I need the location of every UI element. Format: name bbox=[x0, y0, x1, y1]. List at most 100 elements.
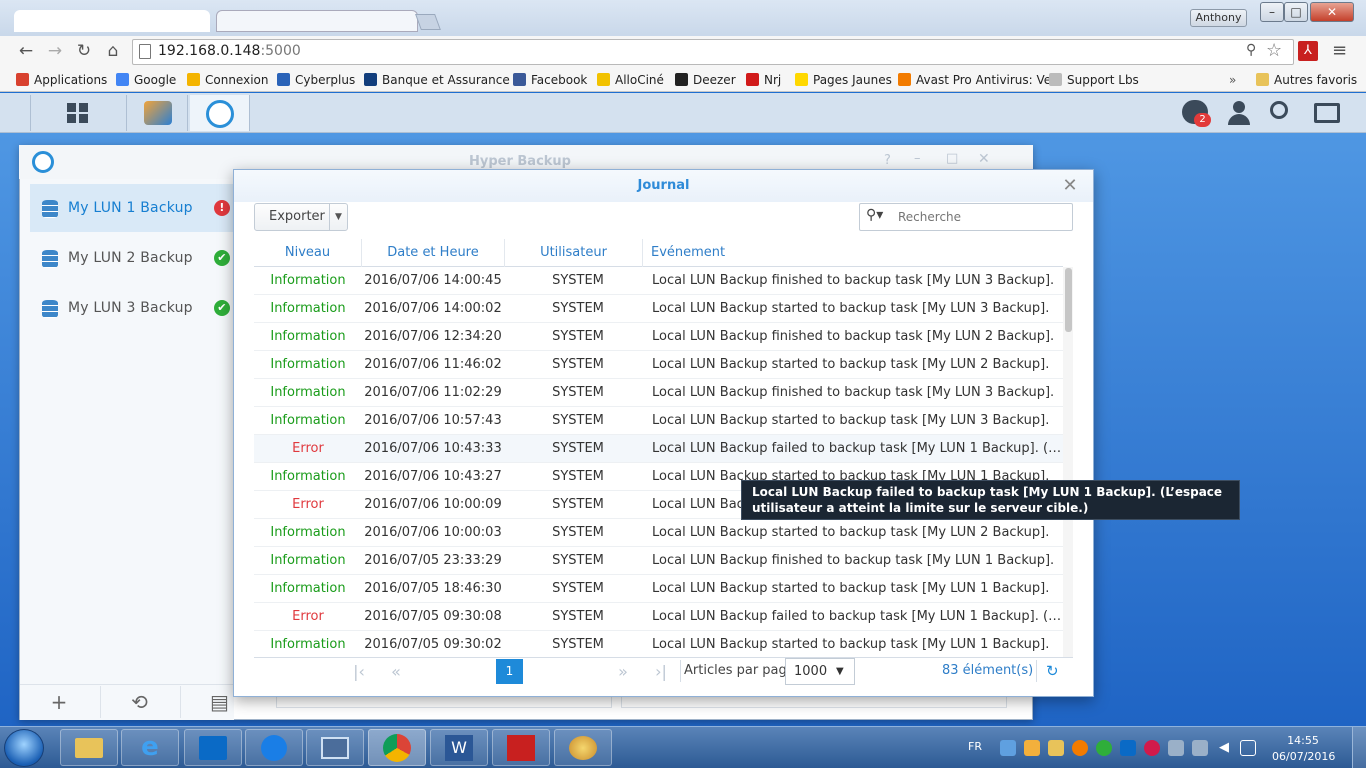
tray-icon[interactable] bbox=[1144, 740, 1160, 756]
help-icon[interactable]: ? bbox=[884, 153, 891, 168]
column-user[interactable]: Utilisateur bbox=[505, 239, 643, 267]
other-bookmarks[interactable]: Autres favoris bbox=[1256, 71, 1357, 89]
journal-close-icon[interactable]: ✕ bbox=[1060, 176, 1080, 196]
bookmark-item[interactable]: Nrj bbox=[746, 71, 781, 89]
maximize-icon[interactable]: □ bbox=[1284, 2, 1308, 22]
address-bar[interactable] bbox=[132, 39, 1294, 65]
table-row[interactable]: Information 2016/07/05 09:30:02 SYSTEM Loca… bbox=[254, 631, 1063, 657]
next-page-icon[interactable]: » bbox=[612, 661, 634, 683]
chevron-down-icon[interactable]: ▼ bbox=[836, 666, 844, 677]
paint-icon[interactable] bbox=[554, 729, 612, 766]
table-row[interactable]: Information 2016/07/06 11:02:29 SYSTEM Loca… bbox=[254, 379, 1063, 407]
window-minimize-icon[interactable]: – bbox=[914, 151, 921, 166]
back-icon[interactable]: ← bbox=[15, 40, 37, 62]
table-scrollbar-thumb[interactable] bbox=[1065, 268, 1072, 332]
key-icon[interactable]: ⚲ bbox=[1246, 42, 1256, 58]
search-icon[interactable]: ⚲▾ bbox=[866, 207, 883, 223]
window-close-icon[interactable]: ✕ bbox=[978, 151, 990, 167]
home-icon[interactable]: ⌂ bbox=[102, 40, 124, 62]
column-event[interactable]: Evénement bbox=[643, 239, 1063, 267]
tray-network-icon[interactable] bbox=[1000, 740, 1016, 756]
file-explorer-icon[interactable] bbox=[60, 729, 118, 766]
browser-tab-2[interactable] bbox=[216, 10, 418, 32]
current-page[interactable]: 1 bbox=[496, 659, 523, 684]
bookmarks-overflow[interactable]: » bbox=[1229, 71, 1236, 89]
first-page-icon[interactable]: |‹ bbox=[348, 661, 370, 683]
table-row[interactable]: Information 2016/07/05 23:33:29 SYSTEM Loca… bbox=[254, 547, 1063, 575]
bookmark-item[interactable]: Banque et Assurance bbox=[364, 71, 510, 89]
backup-task-item[interactable]: My LUN 2 Backup ✔ bbox=[30, 234, 234, 282]
bookmark-item[interactable]: Applications bbox=[16, 71, 107, 89]
tray-icon[interactable] bbox=[1048, 740, 1064, 756]
bookmark-favicon-icon bbox=[16, 73, 29, 86]
table-row[interactable]: Error 2016/07/06 10:43:33 SYSTEM Local LUN … bbox=[254, 435, 1063, 463]
start-button[interactable] bbox=[4, 729, 44, 767]
tray-sync-icon[interactable] bbox=[1096, 740, 1112, 756]
bookmark-item[interactable]: AlloCiné bbox=[597, 71, 664, 89]
outlook-icon[interactable] bbox=[184, 729, 242, 766]
internet-explorer-icon[interactable]: e bbox=[121, 729, 179, 766]
backup-task-item[interactable]: My LUN 1 Backup! bbox=[30, 184, 234, 232]
table-row[interactable]: Information 2016/07/06 12:34:20 SYSTEM Loca… bbox=[254, 323, 1063, 351]
bookmark-item[interactable]: Pages Jaunes bbox=[795, 71, 892, 89]
acrobat-icon[interactable] bbox=[492, 729, 550, 766]
language-indicator[interactable]: FR bbox=[968, 740, 982, 753]
export-dropdown-icon[interactable]: ▼ bbox=[329, 204, 347, 230]
bookmark-item[interactable]: Deezer bbox=[675, 71, 736, 89]
table-row[interactable]: Information 2016/07/06 11:46:02 SYSTEM Loca… bbox=[254, 351, 1063, 379]
clock[interactable]: 14:55 06/07/2016 bbox=[1272, 733, 1335, 765]
table-row[interactable]: Information 2016/07/06 14:00:02 SYSTEM Loca… bbox=[254, 295, 1063, 323]
profile-button[interactable]: Anthony bbox=[1190, 9, 1247, 27]
close-icon[interactable]: ✕ bbox=[1310, 2, 1354, 22]
show-desktop-button[interactable] bbox=[1352, 727, 1366, 768]
backup-task-item[interactable]: My LUN 3 Backup ✔ bbox=[30, 284, 234, 332]
browser-tab-1[interactable] bbox=[14, 10, 210, 32]
reload-icon[interactable]: ↻ bbox=[73, 40, 95, 62]
remote-desktop-icon[interactable] bbox=[306, 729, 364, 766]
display-icon[interactable] bbox=[1240, 740, 1256, 756]
star-icon[interactable]: ☆ bbox=[1266, 40, 1282, 61]
teamviewer-icon[interactable] bbox=[245, 729, 303, 766]
bookmark-item[interactable]: Facebook bbox=[513, 71, 587, 89]
last-page-icon[interactable]: ›| bbox=[650, 661, 672, 683]
tray-outlook-icon[interactable] bbox=[1120, 740, 1136, 756]
tray-avast-icon[interactable] bbox=[1072, 740, 1088, 756]
hyper-backup-taskbar-button[interactable] bbox=[190, 95, 250, 131]
search-input[interactable] bbox=[898, 205, 1068, 229]
bookmark-item[interactable]: Support Lbs bbox=[1049, 71, 1139, 89]
log-datetime: 2016/07/06 11:46:02 bbox=[364, 357, 502, 372]
window-maximize-icon[interactable]: □ bbox=[946, 151, 958, 166]
forward-icon[interactable]: → bbox=[44, 40, 66, 62]
table-row[interactable]: Information 2016/07/06 10:57:43 SYSTEM Loca… bbox=[254, 407, 1063, 435]
widgets-icon[interactable] bbox=[1314, 103, 1340, 123]
minimize-icon[interactable]: – bbox=[1260, 2, 1284, 22]
user-icon[interactable] bbox=[1226, 101, 1252, 125]
word-icon[interactable]: W bbox=[430, 729, 488, 766]
menu-icon[interactable]: ≡ bbox=[1332, 40, 1347, 61]
table-row[interactable]: Information 2016/07/05 18:46:30 SYSTEM Loca… bbox=[254, 575, 1063, 603]
bookmark-item[interactable]: Avast Pro Antivirus: Ve bbox=[898, 71, 1051, 89]
add-icon[interactable]: + bbox=[20, 686, 98, 718]
search-icon[interactable] bbox=[1270, 101, 1288, 119]
bookmark-item[interactable]: Google bbox=[116, 71, 176, 89]
table-row[interactable]: Information 2016/07/06 14:00:45 SYSTEM Loca… bbox=[254, 267, 1063, 295]
tray-flag-icon[interactable] bbox=[1192, 740, 1208, 756]
previous-page-icon[interactable]: « bbox=[385, 661, 407, 683]
notifications-badge: 2 bbox=[1194, 113, 1211, 127]
tray-phone-icon[interactable] bbox=[1168, 740, 1184, 756]
table-row[interactable]: Information 2016/07/06 10:00:03 SYSTEM Loca… bbox=[254, 519, 1063, 547]
column-datetime[interactable]: Date et Heure bbox=[362, 239, 505, 267]
bookmark-item[interactable]: Cyberplus bbox=[277, 71, 355, 89]
pdf-extension-icon[interactable]: ⅄ bbox=[1298, 41, 1318, 61]
chrome-icon[interactable] bbox=[368, 729, 426, 766]
table-row[interactable]: Error 2016/07/05 09:30:08 SYSTEM Local LUN … bbox=[254, 603, 1063, 631]
storage-manager-taskbar-button[interactable] bbox=[128, 95, 188, 131]
per-page-select[interactable]: 1000 bbox=[785, 658, 855, 685]
main-menu-button[interactable] bbox=[30, 95, 127, 131]
restore-icon[interactable]: ⟲ bbox=[100, 686, 178, 718]
refresh-icon[interactable]: ↻ bbox=[1046, 662, 1059, 680]
bookmark-item[interactable]: Connexion bbox=[187, 71, 269, 89]
column-level[interactable]: Niveau bbox=[254, 239, 362, 267]
volume-icon[interactable]: ◀ bbox=[1216, 740, 1232, 756]
tray-icon[interactable] bbox=[1024, 740, 1040, 756]
